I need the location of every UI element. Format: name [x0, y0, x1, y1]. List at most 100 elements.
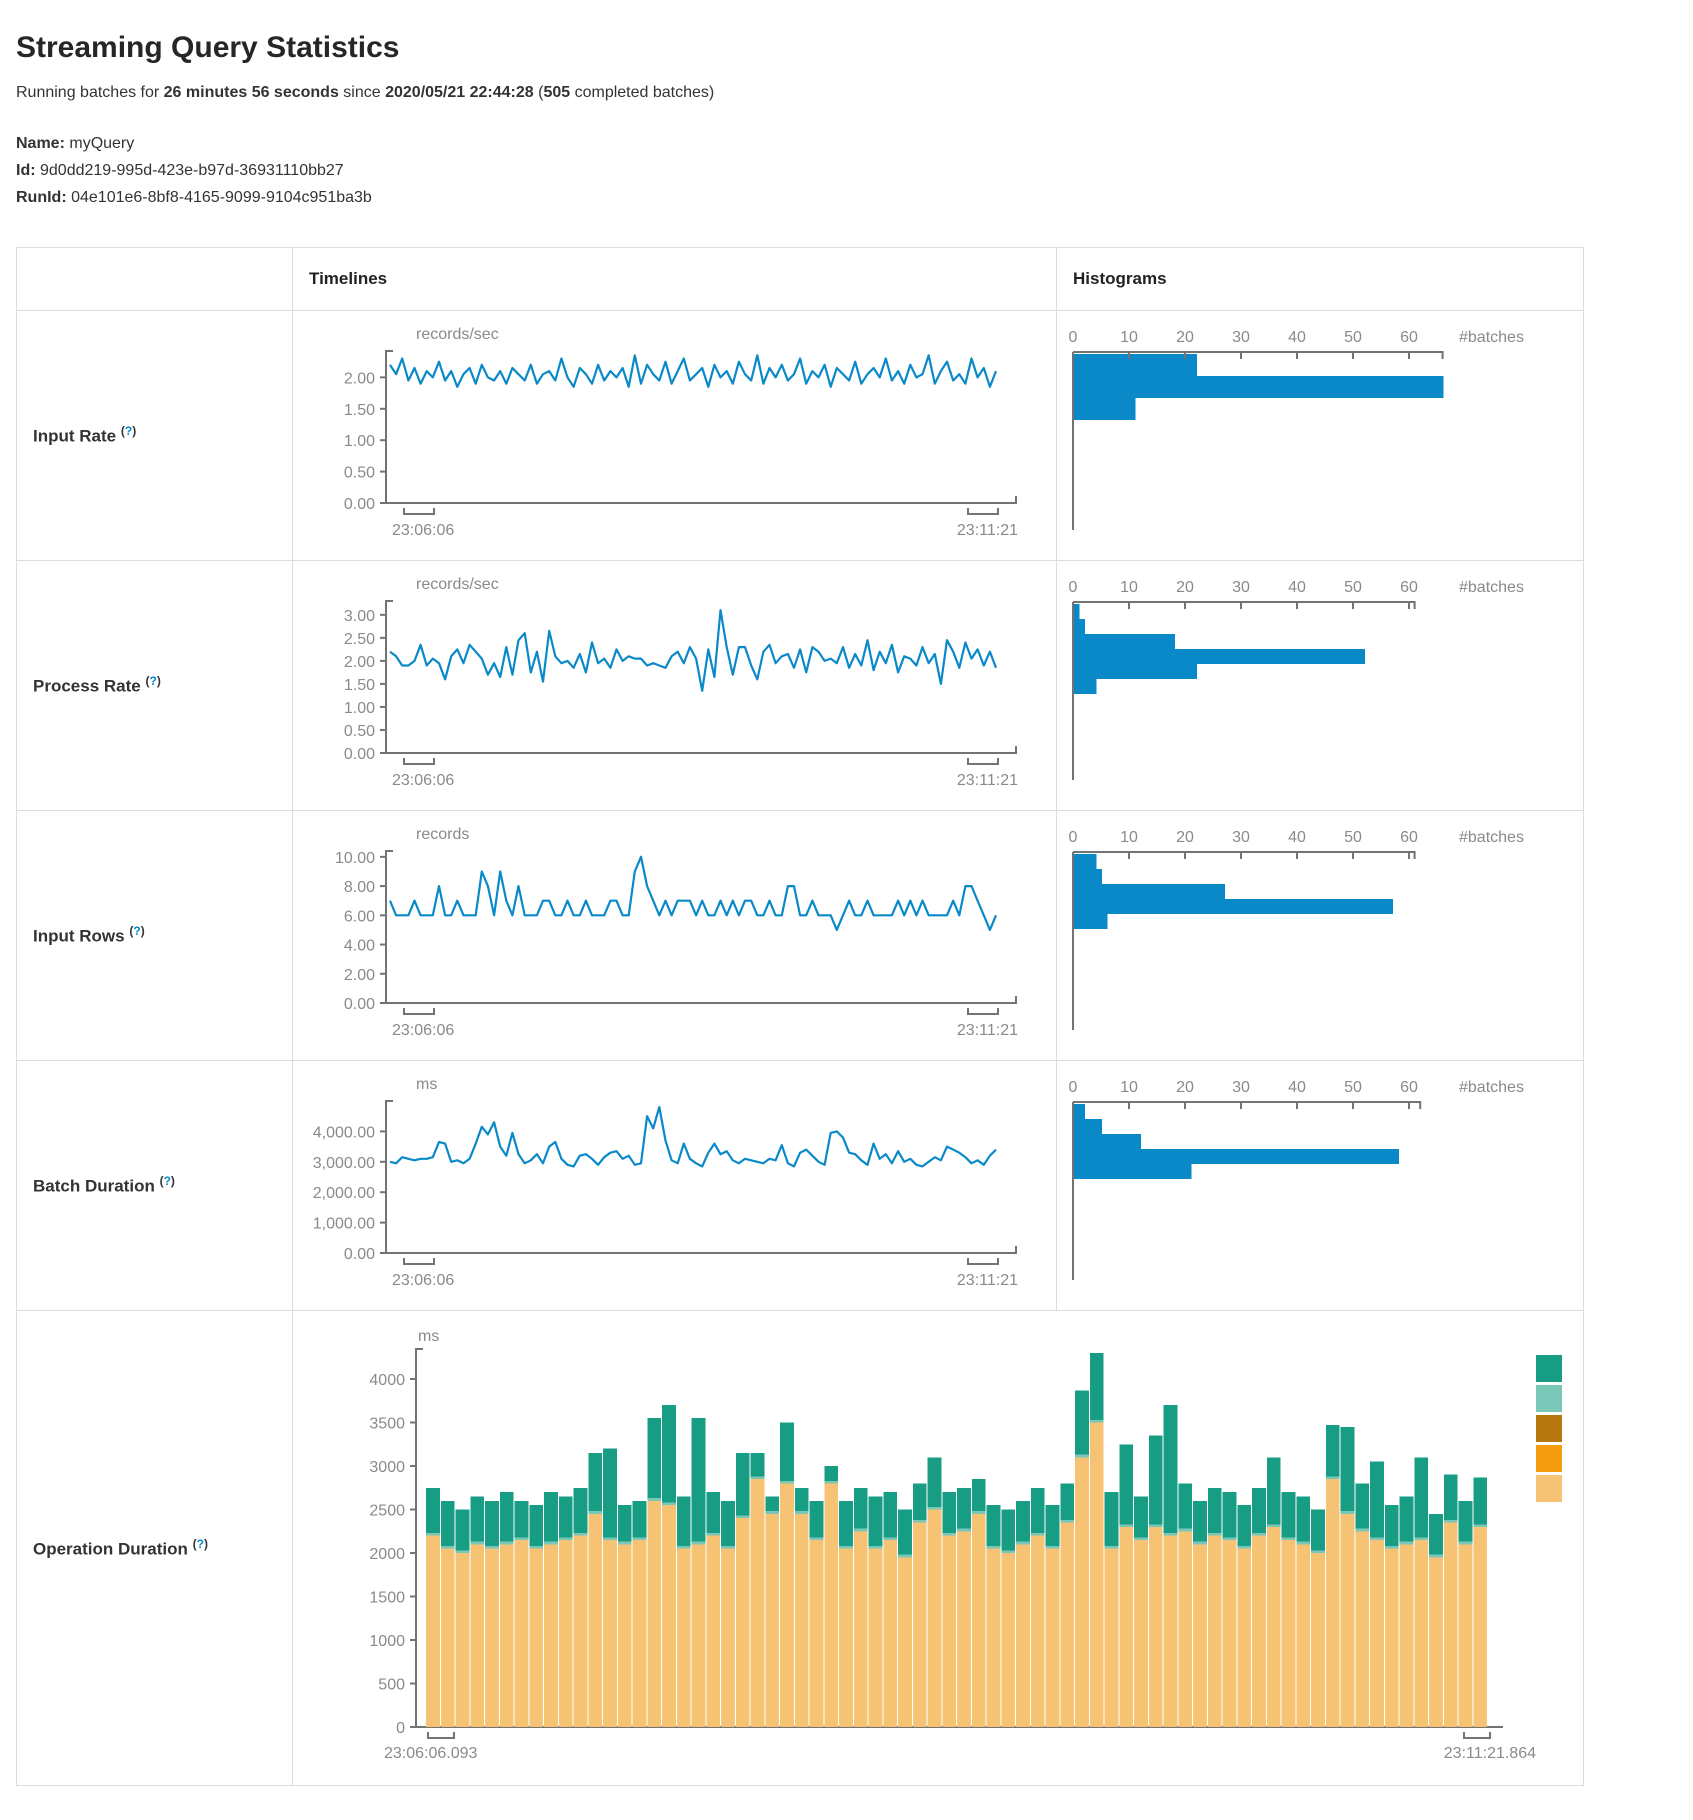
running-since: since — [339, 84, 385, 101]
svg-text:30: 30 — [1232, 829, 1250, 846]
batch-duration-help-icon[interactable]: (?) — [160, 1174, 175, 1188]
svg-text:records/sec: records/sec — [416, 576, 499, 593]
svg-text:23:06:06: 23:06:06 — [392, 1272, 454, 1289]
empty-header-cell — [17, 248, 293, 311]
svg-text:records/sec: records/sec — [416, 326, 499, 343]
input-rows-label: Input Rows — [33, 927, 125, 946]
operation-duration-help-icon[interactable]: (?) — [193, 1537, 208, 1551]
svg-text:60: 60 — [1400, 1079, 1418, 1096]
svg-text:1.00: 1.00 — [344, 700, 375, 717]
operation-duration-label-cell: Operation Duration (?) — [17, 1311, 293, 1786]
running-prefix: Running batches for — [16, 84, 164, 101]
histograms-header: Histograms — [1057, 248, 1584, 311]
process-rate-help-icon[interactable]: (?) — [145, 674, 160, 688]
svg-text:10: 10 — [1120, 1079, 1138, 1096]
batch-duration-row: Batch Duration (?) ms4,000.003,000.002,0… — [17, 1061, 1584, 1311]
query-name-value: myQuery — [69, 135, 134, 152]
svg-text:0.00: 0.00 — [344, 496, 375, 513]
svg-text:0: 0 — [1069, 579, 1078, 596]
completed-batches-count: 505 — [543, 84, 570, 101]
svg-text:#batches: #batches — [1459, 329, 1524, 346]
svg-text:50: 50 — [1344, 329, 1362, 346]
svg-text:40: 40 — [1288, 829, 1306, 846]
query-id-label: Id: — [16, 162, 36, 179]
query-meta: Name: myQuery Id: 9d0dd219-995d-423e-b97… — [16, 130, 1693, 211]
query-id-value: 9d0dd219-995d-423e-b97d-36931110bb27 — [40, 162, 344, 179]
svg-text:1,000.00: 1,000.00 — [313, 1216, 375, 1233]
svg-text:0.50: 0.50 — [344, 465, 375, 482]
process-rate-row: Process Rate (?) records/sec 3.00 2.50 2.00… — [17, 561, 1584, 811]
input-rows-help-icon[interactable]: (?) — [129, 924, 144, 938]
input-rate-row: Input Rate (?) records/sec2.001.501.000.… — [17, 311, 1584, 561]
svg-text:#batches: #batches — [1459, 1079, 1524, 1096]
process-rate-label-cell: Process Rate (?) — [17, 561, 293, 811]
input-rows-row: Input Rows (?) records10.008.006.004.002… — [17, 811, 1584, 1061]
svg-text:2.00: 2.00 — [344, 967, 375, 984]
svg-text:0.00: 0.00 — [344, 746, 375, 763]
svg-text:2.50: 2.50 — [344, 631, 375, 648]
svg-text:23:11:21: 23:11:21 — [957, 1022, 1018, 1039]
statistics-table: Timelines Histograms Input Rate (?) reco… — [16, 247, 1584, 1786]
svg-text:0.00: 0.00 — [344, 996, 375, 1013]
svg-text:50: 50 — [1344, 579, 1362, 596]
batch-duration-histogram-chart: 0102030405060#batches — [1057, 1061, 1583, 1310]
svg-text:6.00: 6.00 — [344, 908, 375, 925]
running-paren: ( — [534, 84, 544, 101]
svg-text:3000: 3000 — [369, 1459, 405, 1476]
svg-text:60: 60 — [1400, 829, 1418, 846]
svg-text:60: 60 — [1400, 579, 1418, 596]
operation-duration-row: Operation Duration (?) ms400035003000250… — [17, 1311, 1584, 1786]
svg-text:10.00: 10.00 — [335, 850, 375, 867]
batch-duration-label: Batch Duration — [33, 1177, 155, 1196]
svg-text:23:06:06: 23:06:06 — [392, 522, 454, 539]
page: Streaming Query Statistics Running batch… — [0, 0, 1693, 1786]
input-rate-help-icon[interactable]: (?) — [121, 424, 136, 438]
svg-text:1500: 1500 — [369, 1590, 405, 1607]
svg-text:60: 60 — [1400, 329, 1418, 346]
timelines-header: Timelines — [293, 248, 1057, 311]
input-rate-timeline-chart: records/sec2.001.501.000.500.0023:06:062… — [293, 311, 1056, 560]
svg-text:2500: 2500 — [369, 1503, 405, 1520]
input-rate-label: Input Rate — [33, 427, 116, 446]
operation-duration-label: Operation Duration — [33, 1539, 188, 1558]
svg-text:40: 40 — [1288, 329, 1306, 346]
input-rate-label-cell: Input Rate (?) — [17, 311, 293, 561]
svg-text:2.00: 2.00 — [344, 654, 375, 671]
svg-text:20: 20 — [1176, 1079, 1194, 1096]
input-rate-histogram-chart: 0102030405060#batches — [1057, 311, 1583, 560]
svg-text:records: records — [416, 826, 469, 843]
svg-text:1.50: 1.50 — [344, 402, 375, 419]
svg-text:3,000.00: 3,000.00 — [313, 1155, 375, 1172]
process-rate-label: Process Rate — [33, 677, 141, 696]
query-runid-line: RunId: 04e101e6-8bf8-4165-9099-9104c951b… — [16, 184, 1693, 211]
svg-text:1.50: 1.50 — [344, 677, 375, 694]
svg-text:0: 0 — [1069, 829, 1078, 846]
svg-text:23:11:21: 23:11:21 — [957, 772, 1018, 789]
svg-text:23:11:21.864: 23:11:21.864 — [1444, 1745, 1536, 1762]
svg-text:23:11:21: 23:11:21 — [957, 522, 1018, 539]
svg-text:4.00: 4.00 — [344, 938, 375, 955]
running-duration: 26 minutes 56 seconds — [164, 84, 339, 101]
svg-text:20: 20 — [1176, 329, 1194, 346]
svg-text:#batches: #batches — [1459, 579, 1524, 596]
input-rows-histogram-chart: 0102030405060#batches — [1057, 811, 1583, 1060]
svg-text:500: 500 — [378, 1677, 405, 1694]
svg-text:4,000.00: 4,000.00 — [313, 1124, 375, 1141]
svg-text:0.50: 0.50 — [344, 723, 375, 740]
batch-duration-label-cell: Batch Duration (?) — [17, 1061, 293, 1311]
svg-text:50: 50 — [1344, 829, 1362, 846]
svg-text:3.00: 3.00 — [344, 608, 375, 625]
query-name-line: Name: myQuery — [16, 130, 1693, 157]
svg-text:20: 20 — [1176, 829, 1194, 846]
svg-text:4000: 4000 — [369, 1372, 405, 1389]
query-runid-value: 04e101e6-8bf8-4165-9099-9104c951ba3b — [71, 189, 372, 206]
svg-text:30: 30 — [1232, 579, 1250, 596]
svg-text:#batches: #batches — [1459, 829, 1524, 846]
svg-text:40: 40 — [1288, 1079, 1306, 1096]
svg-text:0: 0 — [396, 1720, 405, 1737]
svg-text:ms: ms — [416, 1076, 437, 1093]
running-batches-summary: Running batches for 26 minutes 56 second… — [16, 84, 1693, 102]
batch-duration-timeline-chart: ms4,000.003,000.002,000.001,000.000.0023… — [293, 1061, 1056, 1310]
svg-text:2.00: 2.00 — [344, 370, 375, 387]
page-title: Streaming Query Statistics — [16, 28, 1693, 68]
